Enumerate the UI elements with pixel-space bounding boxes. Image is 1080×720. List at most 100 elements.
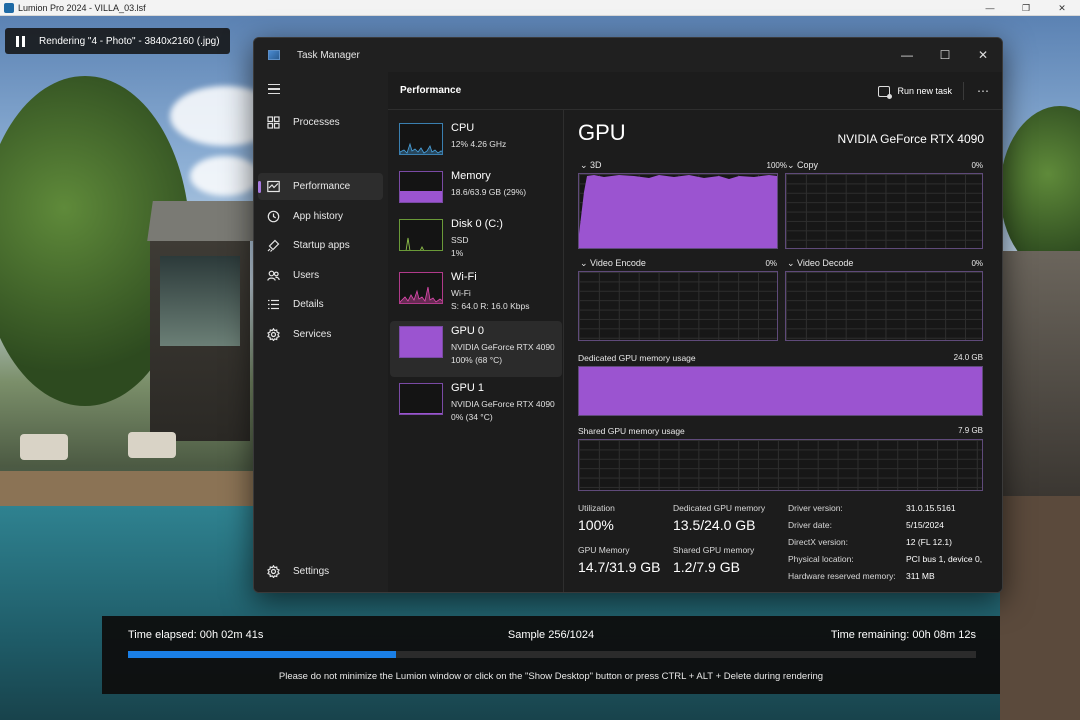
- sidebar-item-label: Startup apps: [293, 240, 350, 251]
- engine-video-encode-label[interactable]: ⌄ Video Encode: [580, 258, 646, 269]
- tm-maximize-button[interactable]: ☐: [926, 38, 964, 72]
- sidebar-item-app-history[interactable]: App history: [258, 203, 383, 230]
- gpu-detail-panel: GPU NVIDIA GeForce RTX 4090 ⌄ 3D 100% ⌄ …: [578, 110, 988, 592]
- device-item-disk[interactable]: Disk 0 (C:) SSD 1%: [390, 214, 562, 270]
- task-manager-titlebar[interactable]: Task Manager — ☐ ✕: [254, 38, 1002, 72]
- run-new-task-label: Run new task: [897, 86, 952, 96]
- device-name: CPU: [451, 122, 475, 134]
- sidebar-item-label: Users: [293, 270, 320, 281]
- render-warning-text: Please do not minimize the Lumion window…: [278, 671, 824, 682]
- device-detail: NVIDIA GeForce RTX 4090: [451, 342, 555, 352]
- run-new-task-button[interactable]: Run new task: [878, 82, 952, 100]
- sidebar-item-users[interactable]: Users: [258, 262, 383, 289]
- info-label: DirectX version:: [788, 537, 848, 547]
- engine-video-decode-graph: [785, 271, 983, 341]
- gpu0-thumbnail-graph: [399, 326, 443, 358]
- shared-memory-graph: [578, 439, 983, 491]
- sidebar-item-label: Details: [293, 299, 324, 310]
- dedicated-memory-label: Dedicated GPU memory usage: [578, 353, 696, 363]
- render-progress-bar: [128, 651, 976, 658]
- gpu-memory-label: GPU Memory: [578, 545, 630, 555]
- run-task-icon: [878, 85, 893, 99]
- gpu1-thumbnail-graph: [399, 383, 443, 415]
- engine-copy-graph: [785, 173, 983, 249]
- hardware-reserved-memory-value: 311 MB: [906, 571, 935, 581]
- info-label: Driver date:: [788, 520, 832, 530]
- cpu-thumbnail-graph: [399, 123, 443, 155]
- task-manager-app-icon: [268, 50, 280, 60]
- driver-date-value: 5/15/2024: [906, 520, 944, 530]
- sidebar-item-label: Services: [293, 329, 332, 340]
- engine-3d-label[interactable]: ⌄ 3D: [580, 160, 602, 171]
- shared-gpu-memory-value: 1.2/7.9 GB: [673, 559, 740, 575]
- engine-copy-label[interactable]: ⌄ Copy: [787, 160, 818, 171]
- sidebar-item-startup-apps[interactable]: Startup apps: [258, 232, 383, 259]
- engine-video-encode-percent: 0%: [765, 259, 777, 268]
- device-detail: S: 64.0 R: 16.0 Kbps: [451, 301, 530, 311]
- sidebar-item-performance[interactable]: Performance: [258, 173, 383, 200]
- device-detail: 12% 4.26 GHz: [451, 139, 507, 149]
- dedicated-memory-fill: [579, 367, 982, 415]
- performance-icon: [266, 180, 280, 194]
- shared-memory-label: Shared GPU memory usage: [578, 426, 685, 436]
- time-elapsed: Time elapsed: 00h 02m 41s: [128, 629, 264, 641]
- close-button[interactable]: ✕: [1044, 0, 1080, 16]
- utilization-label: Utilization: [578, 503, 615, 513]
- startup-apps-icon: [266, 239, 280, 253]
- shared-gpu-memory-label: Shared GPU memory: [673, 545, 755, 555]
- hamburger-menu-icon[interactable]: [268, 84, 280, 94]
- device-item-gpu1[interactable]: GPU 1 NVIDIA GeForce RTX 4090 0% (34 °C): [390, 378, 562, 434]
- sidebar-nav: Processes Performance App history Startu…: [254, 72, 388, 592]
- shared-memory-max: 7.9 GB: [958, 426, 983, 435]
- header-divider: [963, 82, 964, 100]
- device-name: Wi-Fi: [451, 271, 477, 283]
- dedicated-memory-graph: [578, 366, 983, 416]
- dedicated-gpu-memory-label: Dedicated GPU memory: [673, 503, 766, 513]
- device-name: GPU 0: [451, 325, 485, 337]
- engine-video-decode-label[interactable]: ⌄ Video Decode: [787, 258, 853, 269]
- device-item-gpu0[interactable]: GPU 0 NVIDIA GeForce RTX 4090 100% (68 °…: [390, 321, 562, 377]
- device-detail: 1%: [451, 248, 464, 258]
- memory-thumbnail-graph: [399, 171, 443, 203]
- render-status-text: Rendering "4 - Photo" - 3840x2160 (.jpg): [39, 35, 220, 47]
- gpu-model-name: NVIDIA GeForce RTX 4090: [837, 132, 984, 146]
- info-label: Physical location:: [788, 554, 854, 564]
- info-label: Driver version:: [788, 503, 843, 513]
- tm-close-button[interactable]: ✕: [964, 38, 1002, 72]
- device-item-wifi[interactable]: Wi-Fi Wi-Fi S: 64.0 R: 16.0 Kbps: [390, 267, 562, 323]
- info-label: Hardware reserved memory:: [788, 571, 896, 581]
- sidebar-item-settings[interactable]: Settings: [258, 558, 383, 585]
- page-header: Performance Run new task ⋯: [388, 72, 1002, 110]
- sidebar-item-details[interactable]: Details: [258, 291, 383, 318]
- sidebar-item-processes[interactable]: Processes: [258, 109, 383, 136]
- task-manager-window: Task Manager — ☐ ✕ Processes Performance…: [253, 37, 1003, 593]
- engine-3d-graph: [578, 173, 778, 249]
- processes-icon: [266, 116, 280, 130]
- device-detail: 18.6/63.9 GB (29%): [451, 187, 527, 197]
- device-detail: SSD: [451, 235, 469, 245]
- render-progress-fill: [128, 651, 396, 658]
- more-options-button[interactable]: ⋯: [974, 82, 992, 100]
- users-icon: [266, 269, 280, 283]
- tm-minimize-button[interactable]: —: [888, 38, 926, 72]
- time-remaining: Time remaining: 00h 08m 12s: [830, 629, 976, 641]
- wifi-thumbnail-graph: [399, 272, 443, 304]
- maximize-button[interactable]: ❐: [1008, 0, 1044, 16]
- driver-version-value: 31.0.15.5161: [906, 503, 956, 513]
- lumion-window-title: Lumion Pro 2024 - VILLA_03.lsf: [18, 2, 146, 13]
- minimize-button[interactable]: —: [972, 0, 1008, 16]
- pause-icon[interactable]: [11, 32, 29, 50]
- lumion-titlebar: Lumion Pro 2024 - VILLA_03.lsf — ❐ ✕: [0, 0, 1080, 16]
- performance-page: Performance Run new task ⋯ CPU 12% 4.26 …: [388, 72, 1002, 592]
- engine-video-decode-percent: 0%: [971, 259, 983, 268]
- device-detail: 100% (68 °C): [451, 355, 503, 365]
- engine-copy-percent: 0%: [971, 161, 983, 170]
- sidebar-item-label: Processes: [293, 117, 340, 128]
- device-name: Memory: [451, 170, 491, 182]
- lumion-app-icon: [4, 2, 14, 13]
- sidebar-item-services[interactable]: Services: [258, 321, 383, 348]
- services-icon: [266, 328, 280, 342]
- device-name: GPU 1: [451, 382, 485, 394]
- device-detail: 0% (34 °C): [451, 412, 493, 422]
- render-progress-panel: Sample 256/1024 Time elapsed: 00h 02m 41…: [102, 616, 1000, 694]
